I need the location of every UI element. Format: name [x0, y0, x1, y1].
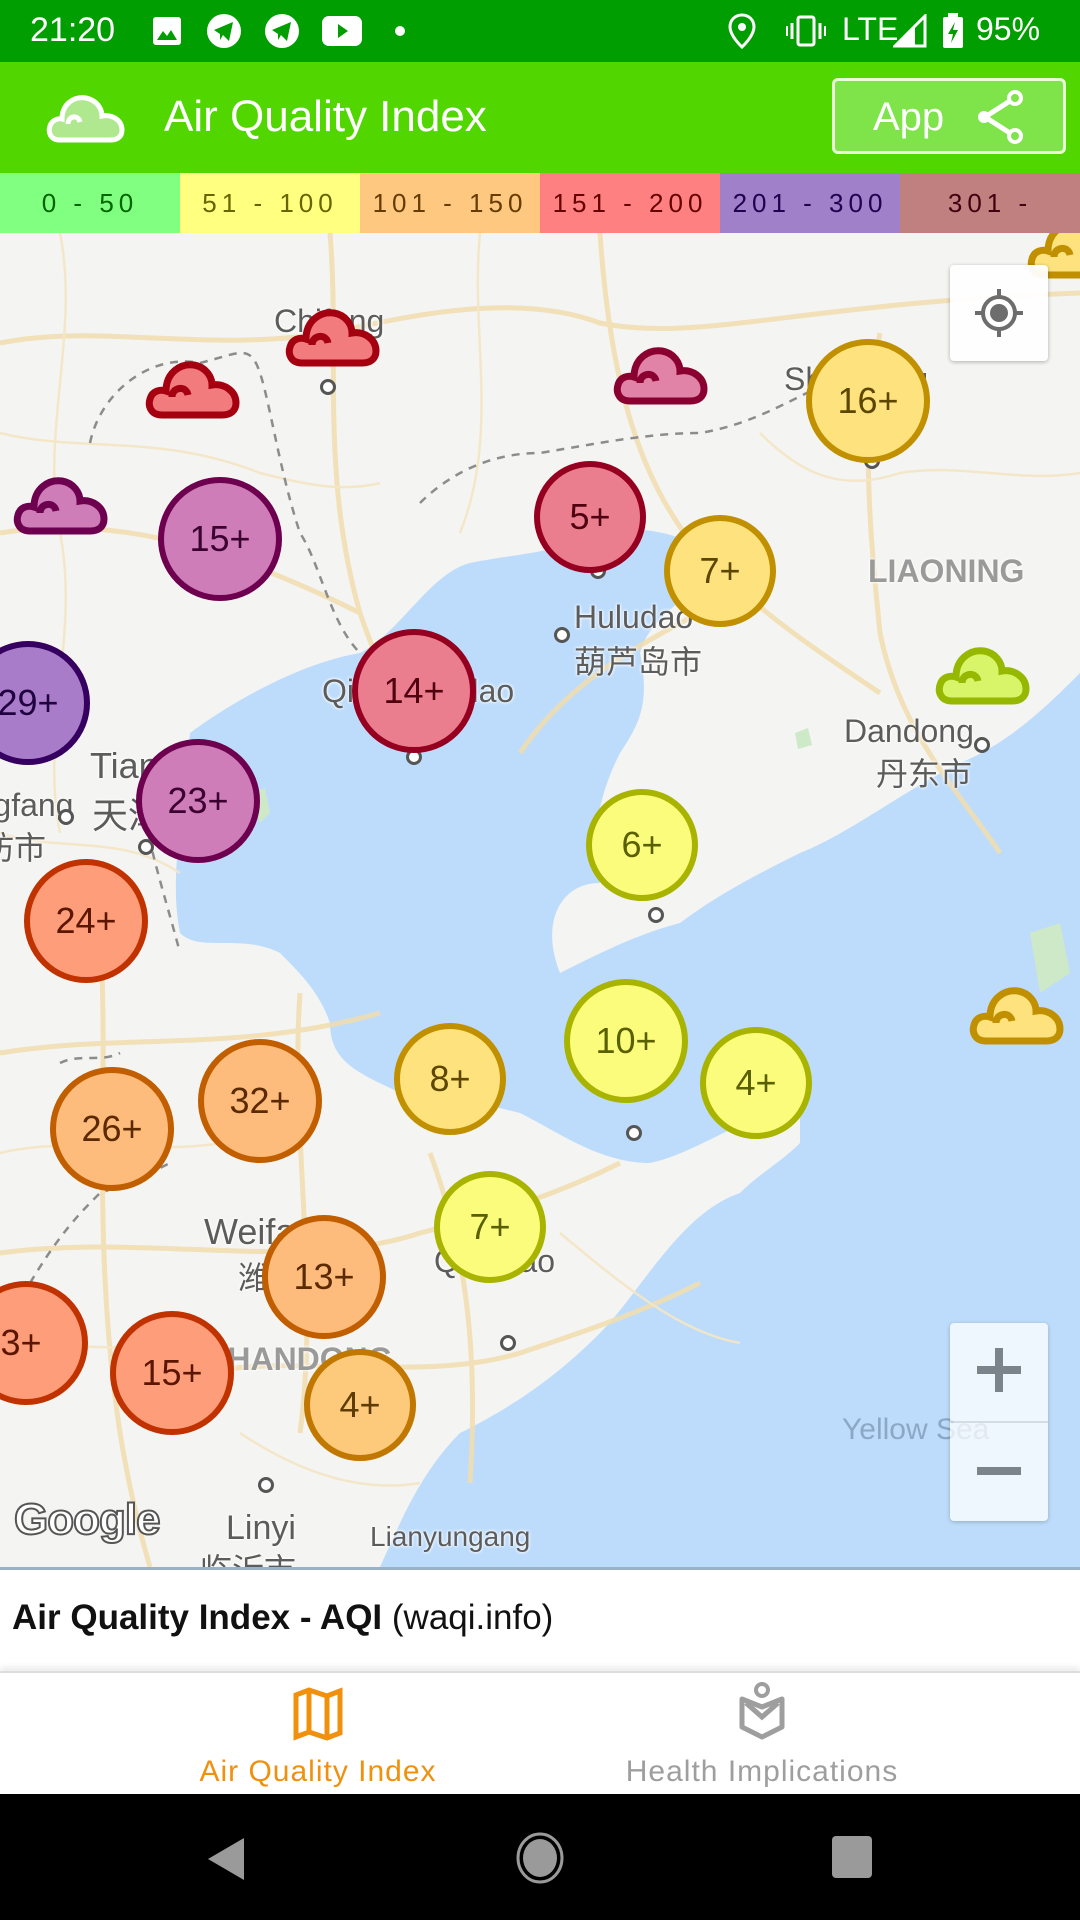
- aqi-cluster-marker[interactable]: 23+: [136, 739, 260, 863]
- map-view[interactable]: Chifeng Shenyang LIAONING Huludao 葫芦岛市 Q…: [0, 233, 1080, 1567]
- aqi-cloud-marker[interactable]: [12, 473, 108, 542]
- status-bar: 21:20 LTE 95%: [0, 0, 1080, 62]
- aqi-cluster-marker[interactable]: 7+: [434, 1171, 546, 1283]
- reader-icon: [736, 1681, 788, 1746]
- city-dot: [554, 627, 570, 643]
- city-dot: [500, 1335, 516, 1351]
- aqi-cloud-marker[interactable]: [284, 305, 380, 374]
- aqi-cloud-marker[interactable]: [612, 343, 708, 412]
- my-location-icon: [973, 287, 1025, 344]
- image-icon: [152, 14, 182, 48]
- cloud-icon: [969, 987, 1064, 1045]
- map-icon: [292, 1687, 344, 1746]
- aqi-cluster-marker[interactable]: 8+: [394, 1023, 506, 1135]
- google-attribution[interactable]: Google: [13, 1494, 162, 1545]
- cloud-icon: [285, 309, 380, 367]
- city-dot: [974, 737, 990, 753]
- city-dot: [320, 379, 336, 395]
- aqi-cluster-marker[interactable]: 13+: [262, 1215, 386, 1339]
- legend-hazardous: 301 -: [900, 173, 1080, 233]
- youtube-icon: [322, 14, 362, 48]
- recents-icon[interactable]: [832, 1836, 872, 1883]
- aqi-cluster-marker[interactable]: 5+: [534, 461, 646, 573]
- legend-unhealthy: 151 - 200: [540, 173, 720, 233]
- my-location-button[interactable]: [950, 265, 1048, 361]
- tab-label: Health Implications: [625, 1755, 899, 1788]
- aqi-cluster-marker[interactable]: 32+: [198, 1039, 322, 1163]
- aqi-cluster-marker[interactable]: 6+: [586, 789, 698, 901]
- map-label-region: LIAONING: [868, 553, 1025, 589]
- system-navigation-bar: [0, 1794, 1080, 1920]
- legend-unhealthy-sensitive: 101 - 150: [360, 173, 540, 233]
- telegram-icon: [206, 14, 242, 48]
- aqi-cluster-marker[interactable]: 7+: [664, 515, 776, 627]
- cloud-icon: [145, 361, 240, 419]
- network-type: LTE: [842, 11, 899, 47]
- city-dot: [626, 1125, 642, 1141]
- location-icon: [728, 13, 756, 49]
- legend-very-unhealthy: 201 - 300: [720, 173, 900, 233]
- aqi-legend: 0 - 50 51 - 100 101 - 150 151 - 200 201 …: [0, 173, 1080, 233]
- aqi-cluster-marker[interactable]: 26+: [50, 1067, 174, 1191]
- aqi-cluster-marker[interactable]: 24+: [24, 859, 148, 983]
- tab-health-implications[interactable]: Health Implications: [492, 1673, 1032, 1796]
- aqi-cluster-marker[interactable]: 10+: [564, 979, 688, 1103]
- map-label-city: 丹东市: [876, 756, 973, 792]
- map-label-city: Lianyungang: [370, 1521, 531, 1552]
- zoom-out-button[interactable]: [950, 1423, 1048, 1521]
- aqi-cluster-marker[interactable]: 4+: [700, 1027, 812, 1139]
- info-bar: Air Quality Index - AQI (waqi.info): [0, 1567, 1080, 1671]
- info-source: (waqi.info): [391, 1598, 554, 1637]
- home-icon[interactable]: [516, 1832, 564, 1889]
- legend-good: 0 - 50: [0, 173, 180, 233]
- aqi-cloud-marker[interactable]: [144, 357, 240, 426]
- city-dot: [648, 907, 664, 923]
- map-label-city: 葫芦岛市: [574, 644, 703, 680]
- signal-icon: [893, 14, 927, 48]
- map-label-city: 临沂市: [200, 1545, 296, 1567]
- minus-icon: [976, 1463, 1022, 1481]
- aqi-cluster-marker[interactable]: 15+: [158, 477, 282, 601]
- telegram-icon: [264, 14, 300, 48]
- app-bar: Air Quality Index App: [0, 62, 1080, 173]
- vibrate-icon: [786, 14, 826, 48]
- status-time: 21:20: [30, 11, 116, 49]
- aqi-cluster-marker[interactable]: 15+: [110, 1311, 234, 1435]
- cloud-icon: [13, 477, 108, 535]
- legend-moderate: 51 - 100: [180, 173, 360, 233]
- plus-icon: [976, 1347, 1022, 1398]
- app-share-button[interactable]: App: [832, 78, 1066, 154]
- aqi-cloud-marker[interactable]: [934, 643, 1030, 712]
- map-label-city: Dandong: [844, 713, 974, 749]
- bottom-navigation: Air Quality Index Health Implications: [0, 1671, 1080, 1796]
- share-icon: [973, 89, 1029, 155]
- info-title: Air Quality Index - AQI: [12, 1598, 383, 1637]
- map-label-city: Linyi: [226, 1509, 296, 1547]
- back-icon[interactable]: [206, 1836, 246, 1887]
- zoom-controls: [950, 1323, 1048, 1521]
- app-title: Air Quality Index: [164, 92, 487, 141]
- city-dot: [58, 809, 74, 825]
- aqi-cloud-marker[interactable]: [968, 983, 1064, 1052]
- cloud-icon: [613, 347, 708, 405]
- info-text: Air Quality Index - AQI (waqi.info): [12, 1598, 553, 1638]
- aqi-cluster-marker[interactable]: 4+: [304, 1349, 416, 1461]
- cloud-icon: [935, 647, 1030, 705]
- app-button-label: App: [873, 95, 945, 139]
- dot-icon: [394, 14, 406, 48]
- aqi-cluster-marker[interactable]: 16+: [806, 339, 930, 463]
- battery-percent: 95%: [976, 11, 1041, 47]
- map-label-city: 廊坊市: [0, 830, 47, 866]
- cloud-icon: [46, 92, 126, 149]
- zoom-in-button[interactable]: [950, 1323, 1048, 1421]
- battery-charging-icon: [942, 13, 964, 48]
- aqi-cluster-marker[interactable]: 14+: [352, 629, 476, 753]
- city-dot: [258, 1477, 274, 1493]
